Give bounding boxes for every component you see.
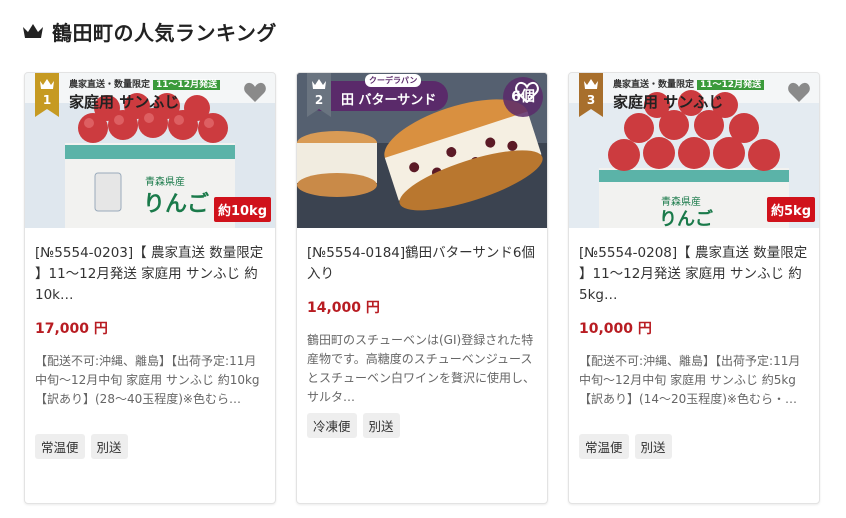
shipping-tags: 冷凍便 別送: [307, 413, 539, 438]
product-card[interactable]: 青森県産 りんご 農家直送・数量限定 11〜12月発送 家庭用 サンふじ 約5kg…: [568, 72, 820, 504]
shipping-tag: 冷凍便: [307, 413, 357, 438]
rank-number: 1: [42, 93, 52, 107]
rank-badge: 2: [307, 73, 331, 117]
product-image[interactable]: 青森県産 りんご 農家直送・数量限定 11〜12月発送 家庭用 サンふじ 約10k…: [25, 73, 275, 228]
heart-icon: [515, 81, 539, 103]
shipping-tag: 別送: [634, 434, 672, 459]
heart-icon: [788, 82, 810, 102]
shipping-tag: 別送: [90, 434, 128, 459]
rank-badge: 1: [35, 73, 59, 117]
crown-icon: [23, 24, 43, 38]
weight-tag: 約5kg: [767, 197, 815, 222]
shipping-tags: 常温便 別送: [35, 434, 267, 459]
favorite-button[interactable]: [787, 81, 811, 103]
banner-caption: 農家直送・数量限定 11〜12月発送: [613, 77, 765, 90]
banner-title: 家庭用 サンふじ: [613, 93, 724, 111]
product-image[interactable]: クーデラパン 田 バターサンド 6個 2: [297, 73, 547, 228]
product-card[interactable]: 青森県産 りんご 農家直送・数量限定 11〜12月発送 家庭用 サンふじ 約10k…: [24, 72, 276, 504]
product-description: 【配送不可:沖縄、離島】【出荷予定:11月中旬～12月中旬 家庭用 サンふじ 約…: [579, 354, 801, 406]
product-title[interactable]: [№5554-0203]【 農家直送 数量限定 】11～12月発送 家庭用 サン…: [35, 243, 267, 306]
shipping-tags: 常温便 別送: [579, 434, 811, 459]
heart-icon: [244, 82, 266, 102]
rank-number: 3: [586, 93, 596, 107]
svg-text:りんご: りんご: [659, 208, 713, 228]
rank-badge: 3: [579, 73, 603, 117]
shipping-tag: 常温便: [579, 434, 629, 459]
weight-tag: 約10kg: [213, 197, 271, 222]
product-title[interactable]: [№5554-0208]【 農家直送 数量限定 】11～12月発送 家庭用 サン…: [579, 243, 811, 306]
svg-text:青森県産: 青森県産: [661, 195, 701, 208]
product-price: 14,000 円: [307, 300, 380, 316]
product-image[interactable]: 青森県産 りんご 農家直送・数量限定 11〜12月発送 家庭用 サンふじ 約5kg…: [569, 73, 819, 228]
shipping-tag: 別送: [362, 413, 400, 438]
svg-text:青森県産: 青森県産: [145, 175, 185, 188]
product-price: 10,000 円: [579, 321, 652, 337]
banner-caption: 農家直送・数量限定 11〜12月発送: [69, 77, 221, 90]
section-title: 鶴田町の人気ランキング: [52, 20, 277, 45]
svg-text:りんご: りんご: [143, 191, 209, 217]
shipping-tag: 常温便: [35, 434, 85, 459]
favorite-button[interactable]: [515, 81, 539, 103]
banner-title: 家庭用 サンふじ: [69, 93, 180, 111]
product-description: 【配送不可:沖縄、離島】【出荷予定:11月中旬～12月中旬 家庭用 サンふじ 約…: [35, 354, 260, 406]
product-card[interactable]: クーデラパン 田 バターサンド 6個 2 [№5554-0184]鶴田バターサン…: [296, 72, 548, 504]
product-price: 17,000 円: [35, 321, 108, 337]
ranking-heading: 鶴田町の人気ランキング: [22, 16, 277, 46]
favorite-button[interactable]: [243, 81, 267, 103]
rank-number: 2: [314, 93, 324, 107]
product-description: 鶴田町のスチューベンは(GI)登録された特産物です。高糖度のスチューベンジュース…: [307, 333, 536, 404]
product-title[interactable]: [№5554-0184]鶴田バターサンド6個入り: [307, 243, 539, 285]
